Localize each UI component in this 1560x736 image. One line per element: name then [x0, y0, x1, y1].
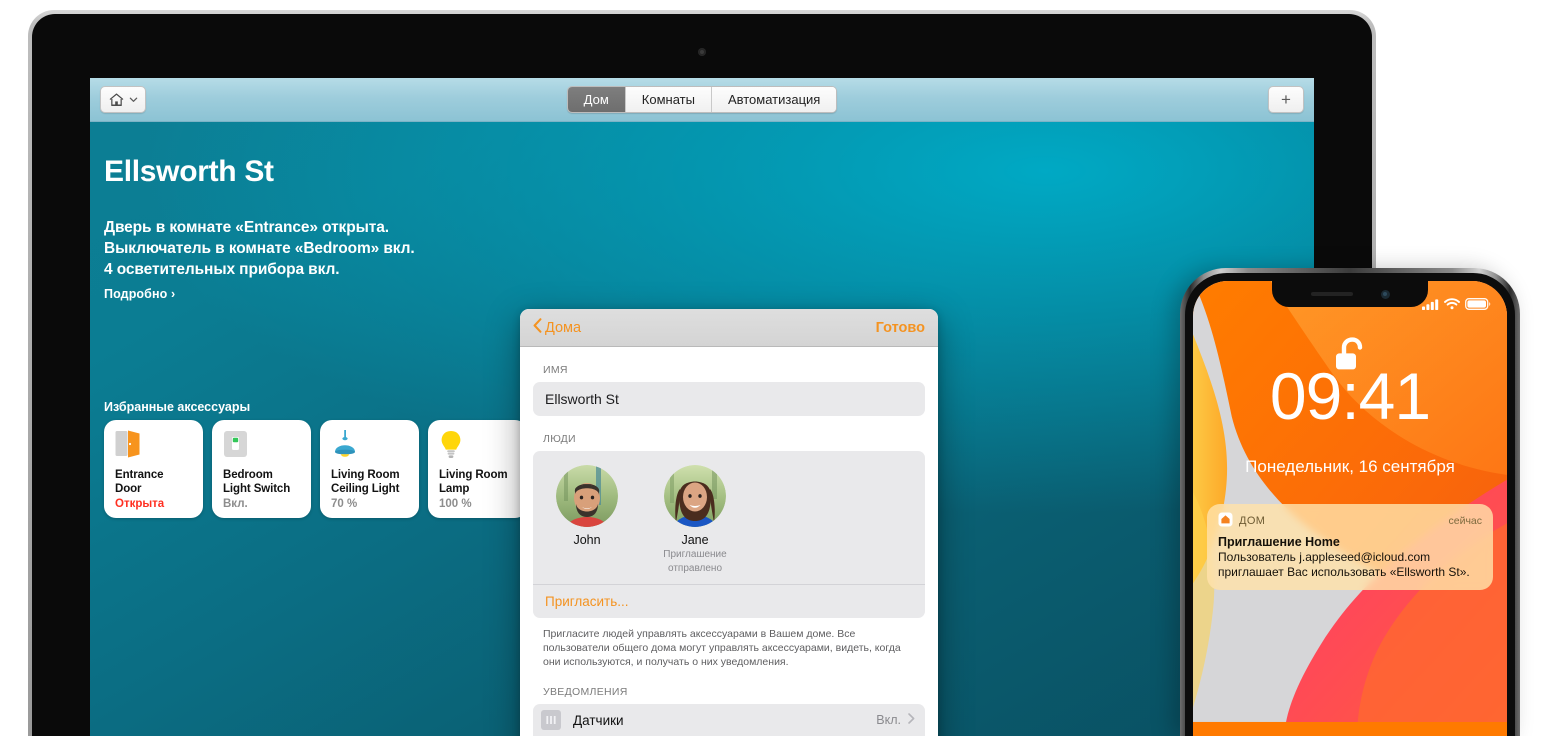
dialog-navbar: Дома Готово [520, 309, 938, 347]
status-line: 4 осветительных прибора вкл. [104, 261, 340, 278]
ceiling-light-icon [331, 430, 409, 460]
people-description: Пригласите людей управлять аксессуарами … [543, 628, 901, 668]
people-list: John Jane Приглашение отправлено [533, 451, 925, 584]
chevron-right-icon [908, 713, 915, 727]
person-name: Jane [681, 533, 709, 547]
home-content: Ellsworth St Дверь в комнате «Entrance» … [90, 122, 1314, 736]
phone-device: 09:41 Понедельник, 16 сентября ДОМ сейча… [1180, 268, 1520, 736]
chevron-down-icon [129, 95, 138, 104]
tab-automation[interactable]: Автоматизация [711, 87, 837, 112]
people-section-label: ЛЮДИ [543, 433, 576, 445]
person-john[interactable]: John [553, 465, 621, 575]
home-app-window: Дом Комнаты Автоматизация + Ellsworth St… [90, 78, 1314, 736]
person-status-line2: отправлено [667, 563, 723, 574]
status-line: Выключатель в комнате «Bedroom» вкл. [104, 240, 415, 257]
notifications-card: Датчики Вкл. [533, 704, 925, 736]
favorites-section-label: Избранные аксессуары [104, 400, 251, 414]
back-button[interactable]: Дома [533, 318, 581, 337]
invite-button[interactable]: Пригласить... [533, 584, 925, 618]
accessory-tile-bedroom-light-switch[interactable]: Bedroom Light Switch Вкл. [212, 420, 311, 518]
front-camera-icon [1380, 289, 1390, 299]
notification-time: сейчас [1448, 515, 1482, 527]
signal-bars-icon [1422, 297, 1439, 315]
lockscreen-time: 09:41 [1269, 359, 1431, 433]
light-switch-icon [223, 430, 301, 460]
avatar [556, 465, 618, 527]
phone-notch [1272, 281, 1428, 307]
laptop-bezel: Дом Комнаты Автоматизация + Ellsworth St… [32, 14, 1372, 736]
name-section-label: ИМЯ [543, 364, 568, 376]
toolbar-left-group [100, 86, 146, 113]
add-accessory-button[interactable]: + [1268, 86, 1304, 113]
phone-screen: 09:41 Понедельник, 16 сентября ДОМ сейча… [1193, 281, 1507, 736]
back-button-label: Дома [545, 319, 582, 336]
person-name: John [573, 533, 601, 547]
phone-status-bar [1422, 297, 1491, 315]
accessory-name-line1: Living Room [331, 469, 400, 481]
status-line: Дверь в комнате «Entrance» открыта. [104, 219, 389, 236]
accessory-state: 100 % [439, 498, 472, 510]
accessory-name-line1: Entrance [115, 469, 164, 481]
notification-app-name: ДОМ [1239, 515, 1266, 527]
accessory-tile-living-room-ceiling-light[interactable]: Living Room Ceiling Light 70 % [320, 420, 419, 518]
notification-row-value: Вкл. [876, 713, 901, 727]
notification-row-sensors[interactable]: Датчики Вкл. [533, 704, 925, 736]
chevron-left-icon [533, 318, 542, 337]
accessory-name-line2: Door [115, 483, 142, 495]
tab-home[interactable]: Дом [567, 87, 626, 112]
accessory-state: 70 % [331, 498, 358, 510]
view-tabs[interactable]: Дом Комнаты Автоматизация [566, 86, 838, 113]
details-link[interactable]: Подробно › [104, 287, 415, 301]
accessory-name-line1: Living Room [439, 469, 508, 481]
person-jane[interactable]: Jane Приглашение отправлено [661, 465, 729, 575]
accessory-tile-living-room-lamp[interactable]: Living Room Lamp 100 % [428, 420, 527, 518]
tab-rooms[interactable]: Комнаты [625, 87, 712, 112]
notifications-section-label: УВЕДОМЛЕНИЯ [543, 686, 628, 698]
notification-title: Приглашение Home [1218, 535, 1340, 549]
home-settings-dialog: Дома Готово ИМЯ Ellsworth St ЛЮДИ John J… [520, 309, 938, 736]
done-button[interactable]: Готово [876, 320, 925, 336]
home-status-summary: Дверь в комнате «Entrance» открыта. Выкл… [104, 217, 415, 301]
notification-body-line2: приглашает Вас использовать «Ellsworth S… [1218, 565, 1470, 579]
notification-header: ДОМ сейчас [1218, 512, 1482, 530]
house-icon [109, 93, 124, 107]
home-selector-button[interactable] [100, 86, 146, 113]
home-name-input[interactable]: Ellsworth St [533, 382, 925, 416]
avatar [664, 465, 726, 527]
sensor-icon [541, 710, 561, 730]
accessory-name-line2: Lamp [439, 483, 470, 495]
earpiece-speaker-icon [1310, 292, 1353, 296]
lockscreen-notification[interactable]: ДОМ сейчас Приглашение Home Пользователь… [1207, 504, 1493, 590]
laptop-device: Дом Комнаты Автоматизация + Ellsworth St… [28, 10, 1376, 736]
accessory-state: Открыта [115, 498, 165, 510]
people-card: John Jane Приглашение отправлено Приглас… [533, 451, 925, 618]
screenshot-stage: Дом Комнаты Автоматизация + Ellsworth St… [0, 0, 1560, 736]
page-title: Ellsworth St [104, 155, 274, 188]
accessory-name-line2: Light Switch [223, 483, 291, 495]
person-status-line1: Приглашение [663, 549, 727, 560]
battery-icon [1465, 297, 1491, 315]
phone-bezel: 09:41 Понедельник, 16 сентября ДОМ сейча… [1185, 273, 1515, 736]
wifi-icon [1444, 297, 1460, 315]
laptop-camera-icon [698, 48, 706, 56]
notification-row-title: Датчики [573, 712, 624, 728]
notification-body-line1: Пользователь j.appleseed@icloud.com [1218, 550, 1431, 564]
accessory-state: Вкл. [223, 498, 248, 510]
dialog-body: ИМЯ Ellsworth St ЛЮДИ John Jane Приглаше… [520, 347, 938, 736]
accessory-tile-entrance-door[interactable]: Entrance Door Открыта [104, 420, 203, 518]
notification-app: ДОМ [1218, 512, 1265, 530]
open-door-icon [115, 430, 193, 460]
app-toolbar: Дом Комнаты Автоматизация + [90, 78, 1314, 122]
lockscreen-date: Понедельник, 16 сентября [1245, 457, 1455, 476]
lamp-bulb-icon [439, 430, 517, 460]
accessory-name-line1: Bedroom [223, 469, 273, 481]
accessory-name-line2: Ceiling Light [331, 483, 400, 495]
favorite-accessories-list: Entrance Door Открыта Bedroom Light Swit… [104, 420, 527, 518]
home-app-icon [1218, 512, 1233, 530]
